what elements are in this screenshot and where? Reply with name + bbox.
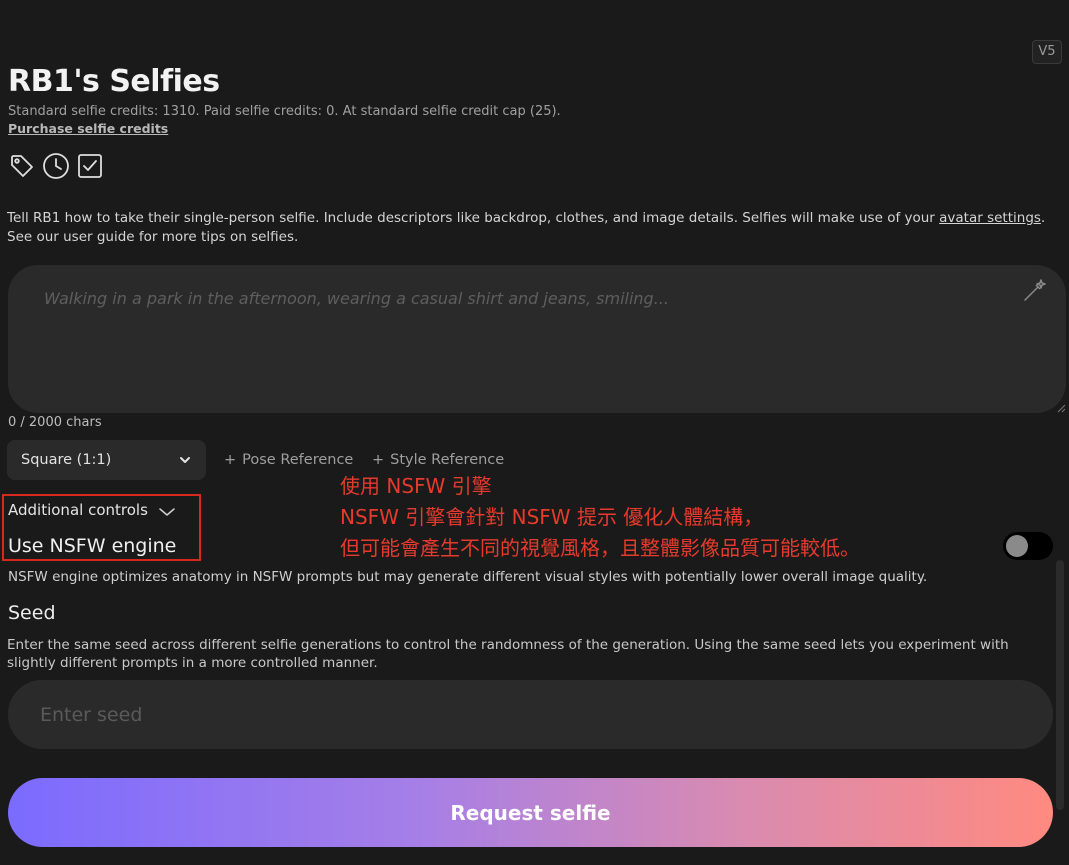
seed-input[interactable] xyxy=(8,680,1053,749)
avatar-settings-link[interactable]: avatar settings xyxy=(939,210,1041,226)
nsfw-engine-description: NSFW engine optimizes anatomy in NSFW pr… xyxy=(8,569,928,585)
prompt-input[interactable] xyxy=(42,287,1006,391)
char-count: 0 / 2000 chars xyxy=(8,415,102,430)
style-reference-button[interactable]: + Style Reference xyxy=(372,452,504,468)
checkbox-icon[interactable] xyxy=(76,152,104,180)
pose-reference-label: Pose Reference xyxy=(242,452,354,468)
scrollbar[interactable] xyxy=(1056,560,1064,810)
annotation-line-3: 但可能會產生不同的視覺風格，且整體影像品質可能較低。 xyxy=(340,536,860,560)
credits-status: Standard selfie credits: 1310. Paid self… xyxy=(8,104,561,119)
pose-reference-button[interactable]: + Pose Reference xyxy=(224,452,353,468)
version-badge[interactable]: V5 xyxy=(1032,40,1062,64)
annotation-line-1: 使用 NSFW 引擎 xyxy=(340,474,492,498)
plus-icon: + xyxy=(224,452,237,468)
magic-wand-icon[interactable] xyxy=(1022,277,1048,307)
icon-toolbar xyxy=(8,152,104,180)
prompt-container xyxy=(8,265,1066,413)
purchase-credits-link[interactable]: Purchase selfie credits xyxy=(8,121,168,136)
resize-grip-icon[interactable] xyxy=(1056,403,1066,413)
chevron-down-icon xyxy=(159,508,175,516)
style-reference-label: Style Reference xyxy=(390,452,505,468)
instructions-text-part: Tell RB1 how to take their single-person… xyxy=(7,210,940,226)
additional-controls-toggle[interactable]: Additional controls xyxy=(8,501,176,519)
annotation-line-2: NSFW 引擎會針對 NSFW 提示 優化人體結構， xyxy=(340,505,764,529)
seed-description: Enter the same seed across different sel… xyxy=(7,637,1009,671)
clock-icon[interactable] xyxy=(42,152,70,180)
additional-controls-label: Additional controls xyxy=(8,501,148,519)
plus-icon: + xyxy=(372,452,385,468)
tag-icon[interactable] xyxy=(8,152,36,180)
aspect-ratio-select[interactable]: Square (1:1) xyxy=(7,440,206,480)
aspect-ratio-value: Square (1:1) xyxy=(21,452,112,468)
nsfw-engine-label: Use NSFW engine xyxy=(8,535,177,557)
chevron-down-icon xyxy=(180,457,190,463)
instructions-text: Tell RB1 how to take their single-person… xyxy=(7,209,1047,247)
nsfw-engine-toggle[interactable] xyxy=(1003,532,1053,560)
request-selfie-button[interactable]: Request selfie xyxy=(8,778,1053,847)
seed-title: Seed xyxy=(8,602,56,624)
page-title: RB1's Selfies xyxy=(8,64,220,99)
toggle-knob xyxy=(1006,535,1028,557)
